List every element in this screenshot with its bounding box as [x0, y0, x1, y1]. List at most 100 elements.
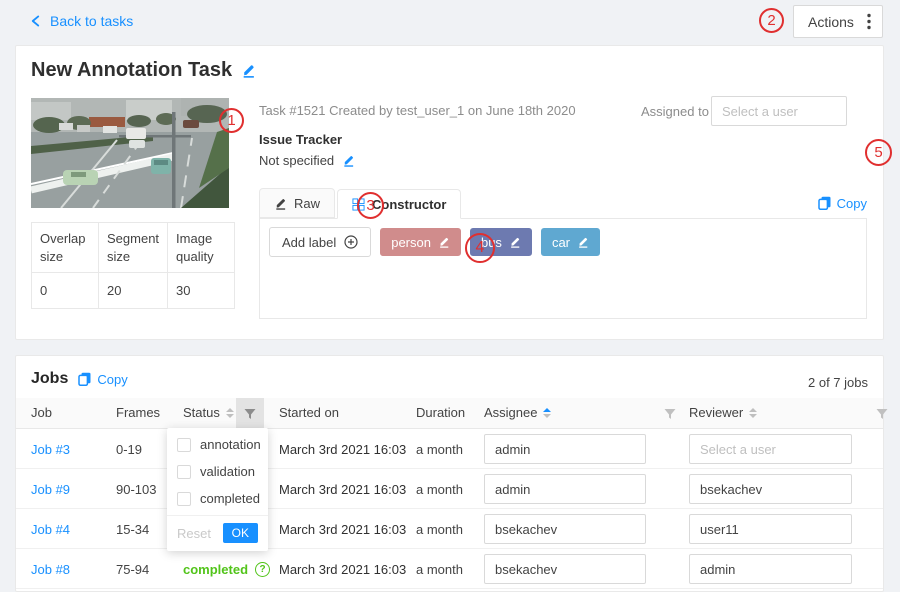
edit-label-person-icon[interactable]: [438, 236, 450, 248]
job-reviewer-input[interactable]: [689, 434, 852, 464]
job-duration: a month: [416, 442, 463, 457]
label-person-name: person: [391, 235, 431, 250]
job-row: Job #4 15-34 March 3rd 2021 16:03 a mont…: [16, 509, 883, 549]
task-title-row: New Annotation Task: [31, 59, 256, 82]
filter-option-annotation[interactable]: annotation: [167, 431, 268, 458]
job-assignee-input[interactable]: [484, 554, 646, 584]
filter-option-label: annotation: [200, 437, 261, 452]
jobs-title: Jobs: [31, 370, 68, 388]
task-meta-text: Task #1521 Created by test_user_1 on Jun…: [259, 103, 576, 118]
filter-option-label: validation: [200, 464, 255, 479]
filter-option-validation[interactable]: validation: [167, 458, 268, 485]
add-label-button[interactable]: Add label: [269, 227, 371, 257]
job-link[interactable]: Job #3: [31, 442, 70, 457]
edit-issue-tracker-icon[interactable]: [342, 154, 355, 167]
job-duration: a month: [416, 482, 463, 497]
job-frames: 15-34: [116, 522, 149, 537]
edit-label-car-icon[interactable]: [577, 236, 589, 248]
column-header-started-on: Started on: [279, 405, 339, 420]
param-value-segment: 20: [99, 273, 168, 309]
column-header-frames: Frames: [116, 405, 160, 420]
sort-carets-icon[interactable]: [749, 408, 757, 418]
param-header-quality: Image quality: [168, 223, 235, 273]
task-title: New Annotation Task: [31, 59, 232, 82]
assignee-filter-funnel-icon[interactable]: [656, 398, 684, 429]
sort-carets-icon[interactable]: [543, 408, 551, 418]
job-started-on: March 3rd 2021 16:03: [279, 482, 406, 497]
job-link[interactable]: Job #8: [31, 562, 70, 577]
job-assignee-input[interactable]: [484, 514, 646, 544]
task-details-panel: New Annotation Task 1: [15, 45, 884, 340]
labels-copy-label: Copy: [837, 196, 867, 211]
annotation-circle-4: 4: [465, 233, 495, 263]
job-started-on: March 3rd 2021 16:03: [279, 442, 406, 457]
column-header-job: Job: [31, 405, 52, 420]
sort-carets-icon[interactable]: [226, 408, 234, 418]
job-row: Job #9 90-103 March 3rd 2021 16:03 a mon…: [16, 469, 883, 509]
back-to-tasks-link[interactable]: Back to tasks: [30, 13, 133, 29]
label-chip-person[interactable]: person: [380, 228, 461, 256]
jobs-header-row: Jobs Copy: [31, 370, 128, 388]
actions-label: Actions: [808, 14, 854, 30]
job-link[interactable]: Job #4: [31, 522, 70, 537]
issue-tracker-value: Not specified: [259, 153, 334, 168]
question-circle-icon[interactable]: ?: [255, 562, 270, 577]
job-assignee-input[interactable]: [484, 474, 646, 504]
tab-constructor[interactable]: Constructor: [337, 189, 461, 219]
copy-icon: [818, 196, 831, 210]
filter-option-completed[interactable]: completed: [167, 485, 268, 512]
copy-icon: [78, 372, 91, 386]
job-link[interactable]: Job #9: [31, 482, 70, 497]
job-status: completed ?: [183, 562, 270, 577]
back-to-tasks-label: Back to tasks: [50, 13, 133, 29]
jobs-table-header: Job Frames Status Started on Duration As…: [16, 398, 883, 429]
labels-copy-button[interactable]: Copy: [818, 196, 867, 211]
plus-circle-icon: [344, 235, 358, 249]
job-started-on: March 3rd 2021 16:03: [279, 562, 406, 577]
actions-button[interactable]: Actions: [793, 5, 883, 38]
jobs-count-label: 2 of 7 jobs: [808, 375, 868, 390]
column-header-reviewer[interactable]: Reviewer: [689, 405, 757, 420]
filter-reset-button[interactable]: Reset: [177, 526, 211, 541]
param-value-overlap: 0: [32, 273, 99, 309]
job-reviewer-input[interactable]: [689, 514, 852, 544]
task-assignee-input[interactable]: [711, 96, 847, 126]
column-header-assignee[interactable]: Assignee: [484, 405, 551, 420]
label-chip-car[interactable]: car: [541, 228, 600, 256]
annotation-circle-3: 3: [357, 192, 384, 219]
reviewer-filter-funnel-icon[interactable]: [868, 398, 896, 429]
edit-label-bus-icon[interactable]: [509, 236, 521, 248]
filter-option-label: completed: [200, 491, 260, 506]
status-filter-dropdown: annotation validation completed Reset OK: [167, 428, 268, 551]
job-reviewer-input[interactable]: [689, 474, 852, 504]
filter-ok-button[interactable]: OK: [223, 523, 258, 543]
job-frames: 75-94: [116, 562, 149, 577]
job-row: Job #3 0-19 March 3rd 2021 16:03 a month: [16, 429, 883, 469]
job-row: Job #8 75-94 completed ? March 3rd 2021 …: [16, 549, 883, 589]
job-assignee-input[interactable]: [484, 434, 646, 464]
add-label-text: Add label: [282, 235, 336, 250]
column-header-status[interactable]: Status: [183, 405, 234, 420]
param-header-segment: Segment size: [99, 223, 168, 273]
issue-tracker-label: Issue Tracker: [259, 132, 342, 147]
param-value-quality: 30: [168, 273, 235, 309]
tab-raw-label: Raw: [294, 196, 320, 211]
jobs-panel: Jobs Copy 2 of 7 jobs Job Frames Status …: [15, 355, 884, 592]
checkbox-icon[interactable]: [177, 465, 191, 479]
job-duration: a month: [416, 522, 463, 537]
job-reviewer-input[interactable]: [689, 554, 852, 584]
task-preview-image: [31, 98, 229, 208]
label-car-name: car: [552, 235, 570, 250]
label-constructor-area: Add label person bus car: [259, 218, 867, 319]
jobs-copy-button[interactable]: Copy: [78, 372, 127, 387]
job-frames: 0-19: [116, 442, 142, 457]
tab-raw[interactable]: Raw: [259, 188, 335, 218]
job-frames: 90-103: [116, 482, 156, 497]
checkbox-icon[interactable]: [177, 492, 191, 506]
edit-task-name-icon[interactable]: [241, 63, 256, 78]
column-header-duration: Duration: [416, 405, 465, 420]
labels-tabbar: Raw Constructor Copy: [259, 188, 867, 219]
status-filter-funnel-icon[interactable]: [236, 398, 264, 429]
checkbox-icon[interactable]: [177, 438, 191, 452]
annotation-circle-1: 1: [219, 108, 244, 133]
